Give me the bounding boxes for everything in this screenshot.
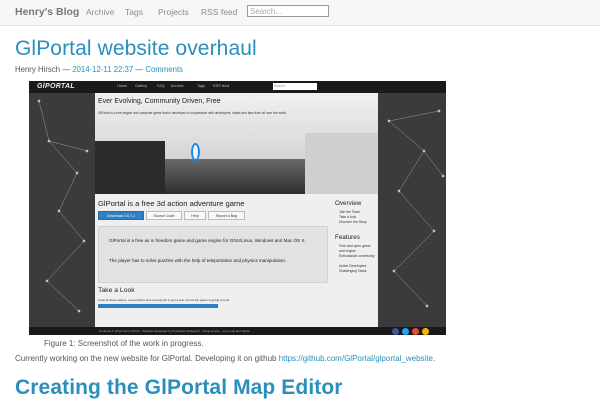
meta-separator: — — [62, 65, 71, 74]
screenshot-features-item: Challenging Tasks — [339, 269, 367, 273]
blog-brand-link[interactable]: Henry's Blog — [15, 6, 79, 18]
post-body-end: . — [433, 354, 436, 363]
screenshot-gallery-strip — [98, 304, 218, 308]
top-navbar: Henry's Blog Archive Tags Projects RSS f… — [0, 0, 600, 26]
screenshot-take-a-look-text: Look at these videos, screenshots and co… — [98, 298, 231, 302]
portal-icon — [191, 143, 200, 161]
post-meta: Henry Hirsch — 2014-12-11 22:37 — Commen… — [15, 65, 183, 74]
screenshot-main-title: GlPortal is a free 3d action adventure g… — [98, 199, 245, 208]
screenshot-overview-item: Discover the Story — [339, 220, 367, 224]
nav-rss-feed-link[interactable]: RSS feed — [201, 7, 237, 17]
screenshot-overview-item: Join the Team — [339, 210, 361, 214]
screenshot-nav-item: FAQ — [157, 84, 165, 88]
glportal-logo: GlPORTAL — [37, 83, 75, 90]
screenshot-nav-item: RSS feed — [213, 84, 230, 88]
screenshot-footer-text: Contents © 2014 Henry Hirsch · Website G… — [99, 329, 250, 333]
hero-wall-right — [305, 133, 378, 194]
screenshot-take-a-look-title: Take a Look — [98, 287, 135, 294]
website-screenshot-figure: GlPORTAL Home Gallery FAQ Archive Tags R… — [29, 81, 446, 335]
screenshot-nav-item: Tags — [197, 84, 206, 88]
post-body-text: Currently working on the new website for… — [15, 354, 279, 363]
star-icon — [422, 328, 429, 335]
next-post-title-link[interactable]: Creating the GlPortal Map Editor — [15, 376, 343, 400]
screenshot-footer: Contents © 2014 Henry Hirsch · Website G… — [29, 327, 446, 335]
screenshot-nav-item: Home — [117, 84, 128, 88]
twitter-icon — [402, 328, 409, 335]
screenshot-report-bug-button: Report a Bug — [208, 211, 245, 220]
post-comments-link[interactable]: Comments — [145, 65, 183, 74]
post-title-link[interactable]: GlPortal website overhaul — [15, 37, 257, 61]
screenshot-description-1: GlPortal is a free as in freedom game an… — [109, 238, 306, 243]
screenshot-features-item: Free and open game and engine — [339, 244, 371, 253]
screenshot-main-content: GlPortal is a free 3d action adventure g… — [95, 194, 378, 327]
screenshot-help-button: Help — [184, 211, 206, 220]
screenshot-description-box: GlPortal is a free as in freedom game an… — [98, 226, 328, 283]
screenshot-navbar: GlPORTAL Home Gallery FAQ Archive Tags R… — [29, 81, 446, 93]
screenshot-overview-title: Overview — [335, 200, 362, 207]
screenshot-features-title: Features — [335, 234, 360, 241]
post-author: Henry Hirsch — [15, 65, 61, 74]
screenshot-search-box: Search — [273, 83, 317, 90]
github-repo-link[interactable]: https://github.com/GlPortal/glportal_web… — [279, 354, 433, 363]
screenshot-overview-item: Take a look — [339, 215, 357, 219]
screenshot-hero-banner: Ever Evolving, Community Driven, Free Gl… — [95, 93, 378, 194]
figure-caption: Figure 1: Screenshot of the work in prog… — [44, 339, 204, 348]
meta-separator: — — [135, 65, 144, 74]
screenshot-features-item: Enthusiastic community — [339, 254, 375, 258]
screenshot-description-2: The player has to solve puzzles with the… — [109, 258, 287, 263]
hero-wall-left — [95, 141, 165, 194]
nav-tags-link[interactable]: Tags — [125, 7, 143, 17]
post-date-link[interactable]: 2014-12-11 22:37 — [72, 65, 133, 74]
screenshot-nav-item: Gallery — [135, 84, 148, 88]
nav-projects-link[interactable]: Projects — [158, 7, 189, 17]
nav-archive-link[interactable]: Archive — [86, 7, 114, 17]
screenshot-nav-item: Archive — [171, 84, 184, 88]
hero-subtitle: GlPortal is a free engine and computer g… — [98, 111, 287, 115]
post-body-paragraph: Currently working on the new website for… — [15, 354, 435, 363]
screenshot-source-code-button: Source Code — [146, 211, 182, 220]
google-plus-icon — [412, 328, 419, 335]
screenshot-download-button: Download 0.6.7.1 — [98, 211, 144, 220]
screenshot-features-item: Active Developers — [339, 264, 367, 268]
search-input[interactable] — [247, 5, 329, 17]
hero-title: Ever Evolving, Community Driven, Free — [98, 98, 221, 105]
facebook-icon — [392, 328, 399, 335]
